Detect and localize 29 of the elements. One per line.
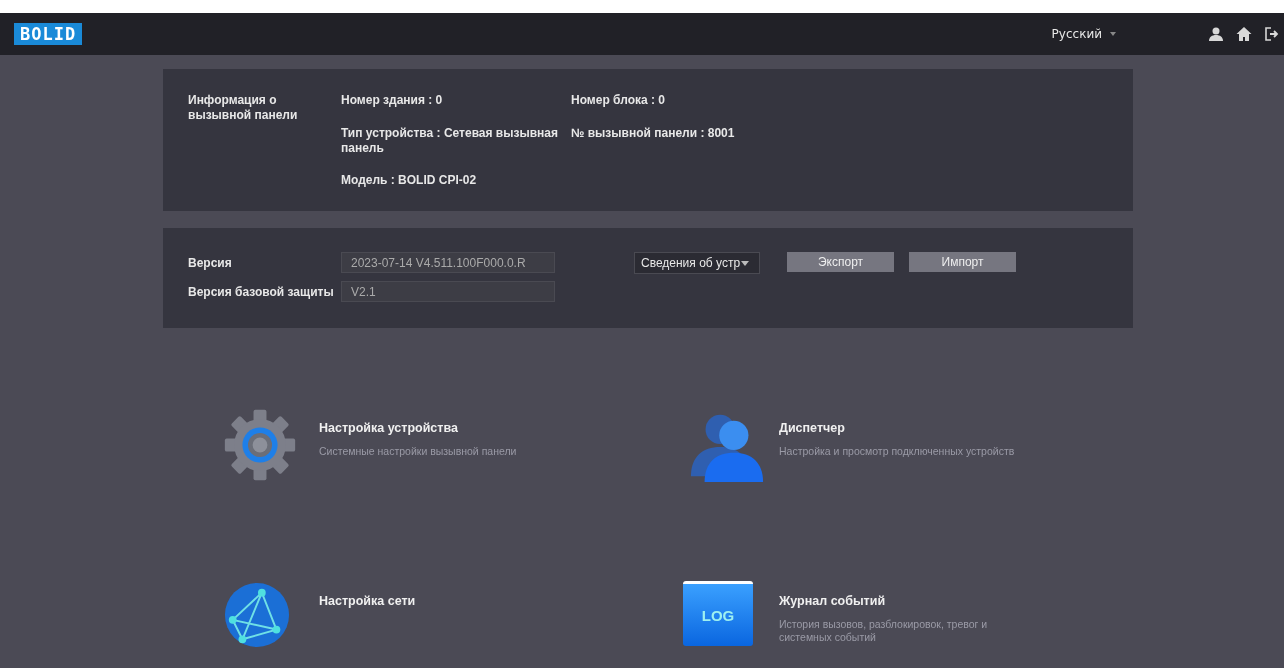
- home-icon[interactable]: [1236, 26, 1252, 42]
- action-button[interactable]: Импорт: [909, 252, 1016, 272]
- field-label: Версия базовой защиты: [188, 284, 335, 299]
- field-label: Версия: [188, 255, 233, 270]
- logout-icon[interactable]: [1264, 26, 1280, 42]
- tile-description: Настройка и просмотр подключенных устройств: [779, 445, 1016, 458]
- globe-icon[interactable]: [223, 581, 291, 649]
- tile-title[interactable]: Журнал событий: [779, 594, 1019, 608]
- section-title: Информация о вызывной панели: [188, 93, 299, 124]
- info-field: Тип устройства : Сетевая вызывная панель: [341, 125, 571, 159]
- info-field: Номер здания : 0: [341, 93, 571, 111]
- info-field: № вызывной панели : 8001: [571, 125, 831, 159]
- user-icon[interactable]: [1208, 26, 1224, 42]
- tile-description: История вызовов, разблокировок, тревог и системных событий: [779, 618, 989, 644]
- version-field[interactable]: V2.1: [341, 281, 555, 302]
- caret-icon: [741, 260, 750, 266]
- tile-title[interactable]: Настройка устройства: [319, 421, 559, 435]
- action-button[interactable]: Экспорт: [787, 252, 894, 272]
- info-dropdown[interactable]: Сведения об устр: [634, 252, 760, 274]
- tile-description: Системные настройки вызывной панели: [319, 445, 518, 458]
- logo: BOLID: [14, 23, 83, 45]
- language-dropdown[interactable]: Русский: [1051, 27, 1116, 41]
- info-field: Модель : BOLID CPI-02: [341, 173, 571, 191]
- caret-icon: [1110, 32, 1116, 36]
- gear-icon[interactable]: [223, 408, 297, 482]
- tile-title[interactable]: Настройка сети: [319, 594, 416, 608]
- info-field: Номер блока : 0: [571, 93, 831, 111]
- tile-title[interactable]: Диспетчер: [779, 421, 1079, 435]
- version-field[interactable]: 2023-07-14 V4.511.100F000.0.R: [341, 252, 555, 273]
